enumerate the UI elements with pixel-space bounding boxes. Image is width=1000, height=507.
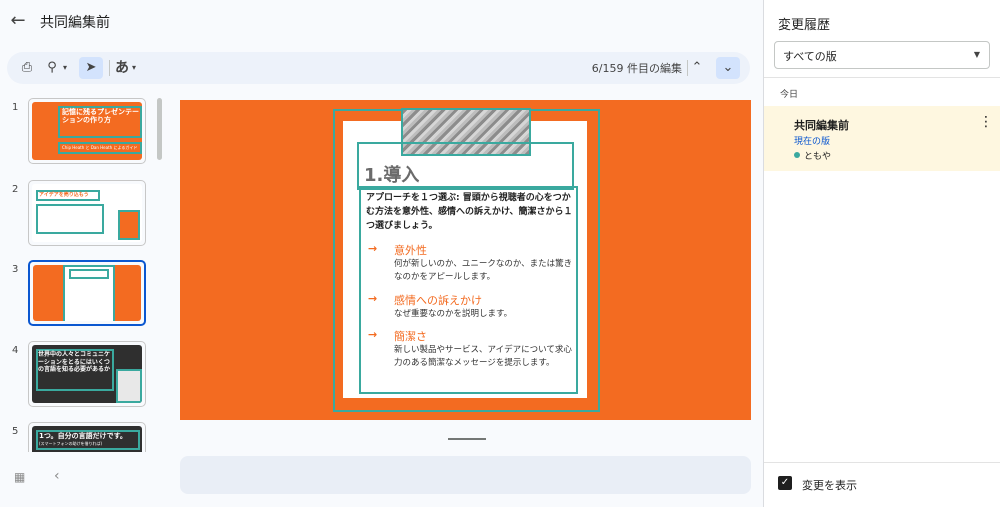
page-title: 共同編集前 (40, 15, 110, 31)
thumbnail-canvas (33, 265, 141, 321)
user-color-dot-icon (794, 152, 800, 158)
slide-filmstrip: 1 記憶に残るプレゼンテーションの作り方 Chip Heath と Dan He… (0, 92, 166, 452)
change-highlight (69, 269, 109, 279)
bullet-body: 新しい製品やサービス、アイデアについて求心力のある簡潔なメッセージを提示します。 (394, 345, 572, 368)
thumbnail-canvas: アイデアを売り込もう (32, 184, 142, 242)
chevron-up-icon[interactable]: ⌃ (688, 58, 706, 78)
slide-thumbnail[interactable]: 記憶に残るプレゼンテーションの作り方 Chip Heath と Dan Heat… (28, 98, 146, 164)
back-arrow-icon[interactable]: ← (8, 10, 28, 32)
arrow-right-icon: → (368, 242, 378, 255)
bullet-title: 意外性 (394, 244, 427, 257)
slide-heading: 1.導入 (364, 165, 420, 186)
speaker-notes-panel[interactable] (180, 456, 751, 494)
zoom-icon[interactable]: ⚲ (43, 58, 61, 78)
bullet-title: 簡潔さ (394, 330, 427, 343)
slide-number: 3 (12, 264, 19, 275)
chevron-left-icon[interactable]: ‹ (54, 468, 68, 484)
divider (764, 462, 1000, 463)
version-filter-select[interactable]: すべての版 ▼ (774, 41, 990, 69)
app-root: ← 共同編集前 ⎙ ⚲ ▾ ➤ あ ▾ 6/159 件目の編集 ⌃ ⌄ 1 記憶… (0, 0, 1000, 507)
current-version-label: 現在の版 (794, 137, 831, 147)
more-vert-icon[interactable]: ⋮ (979, 114, 993, 130)
change-highlight (118, 210, 140, 240)
thumbnail-subtitle: (スマートフォンの助けを借りれば) (39, 441, 103, 446)
version-editor: ともや (794, 149, 831, 162)
thumbnail-canvas: 記憶に残るプレゼンテーションの作り方 Chip Heath と Dan Heat… (32, 102, 142, 160)
toolbar: ⎙ ⚲ ▾ ➤ あ ▾ 6/159 件目の編集 ⌃ ⌄ (7, 52, 750, 84)
slide-thumbnail[interactable]: アイデアを売り込もう (28, 180, 146, 246)
divider (764, 77, 1000, 78)
slide-thumbnail[interactable]: 1つ。自分の言語だけです。 (スマートフォンの助けを借りれば) (28, 422, 146, 452)
thumbnail-canvas: 1つ。自分の言語だけです。 (スマートフォンの助けを借りれば) (32, 426, 142, 452)
show-changes-label: 変更を表示 (802, 479, 857, 492)
thumbnail-title: 1つ。自分の言語だけです。 (39, 432, 127, 440)
resize-handle[interactable] (448, 438, 486, 440)
slide-canvas[interactable]: 1.導入 アプローチを１つ選ぶ: 冒頭から視聴者の心をつかむ方法を意外性、感情へ… (180, 100, 751, 420)
slide-number: 1 (12, 102, 19, 113)
bullet-body: 何が新しいのか、ユニークなのか、または驚きなのかをアピールします。 (394, 259, 573, 282)
editor-name: ともや (804, 152, 832, 162)
slide-thumbnail[interactable]: 世界中の人々とコミュニケーションをとるにはいくつの言語を知る必要があるか (28, 341, 146, 407)
pointer-icon[interactable]: ➤ (79, 57, 103, 79)
thumbnail-canvas: 世界中の人々とコミュニケーションをとるにはいくつの言語を知る必要があるか (32, 345, 142, 403)
thumbnail-title: アイデアを売り込もう (39, 192, 89, 198)
thumbnail-subtitle: Chip Heath と Dan Heath によるガイド (62, 145, 138, 150)
slide-number: 5 (12, 426, 19, 437)
version-history-panel: 変更履歴 すべての版 ▼ 今日 共同編集前 現在の版 ともや ⋮ ✓ 変更を表示 (763, 0, 1000, 507)
slide-lead-text: アプローチを１つ選ぶ: 冒頭から視聴者の心をつかむ方法を意外性、感情への訴えかけ… (366, 193, 573, 231)
show-changes-checkbox[interactable]: ✓ (778, 476, 792, 490)
input-method-button[interactable]: あ (115, 58, 129, 78)
version-filter-value: すべての版 (783, 50, 837, 63)
input-method-caret-icon[interactable]: ▾ (132, 58, 136, 78)
slide-number: 4 (12, 345, 19, 356)
edit-count: 6/159 件目の編集 (591, 62, 682, 75)
arrow-right-icon: → (368, 292, 378, 305)
slide-number: 2 (12, 184, 19, 195)
print-icon[interactable]: ⎙ (18, 58, 36, 78)
dropdown-caret-icon: ▼ (973, 50, 980, 59)
version-item-selected[interactable]: 共同編集前 現在の版 ともや ⋮ (764, 106, 1000, 171)
change-highlight (116, 369, 142, 403)
bullet-title: 感情への訴えかけ (394, 294, 482, 307)
filmstrip-scrollbar[interactable] (157, 98, 162, 160)
grid-view-icon[interactable]: ▦ (14, 470, 28, 484)
header: ← 共同編集前 (0, 0, 762, 44)
bullet-body: なぜ重要なのかを説明します。 (394, 309, 513, 319)
toolbar-divider (109, 60, 110, 76)
thumbnail-title: 世界中の人々とコミュニケーションをとるにはいくつの言語を知る必要があるか (38, 351, 111, 373)
thumbnail-title: 記憶に残るプレゼンテーションの作り方 (62, 108, 139, 124)
arrow-right-icon: → (368, 328, 378, 341)
panel-title: 変更履歴 (778, 18, 831, 33)
change-highlight (36, 204, 104, 234)
version-name: 共同編集前 (794, 119, 849, 132)
date-group-label: 今日 (780, 90, 799, 100)
zoom-caret-icon[interactable]: ▾ (63, 58, 67, 78)
chevron-down-icon[interactable]: ⌄ (716, 57, 740, 79)
slide-thumbnail-selected[interactable] (28, 260, 146, 326)
